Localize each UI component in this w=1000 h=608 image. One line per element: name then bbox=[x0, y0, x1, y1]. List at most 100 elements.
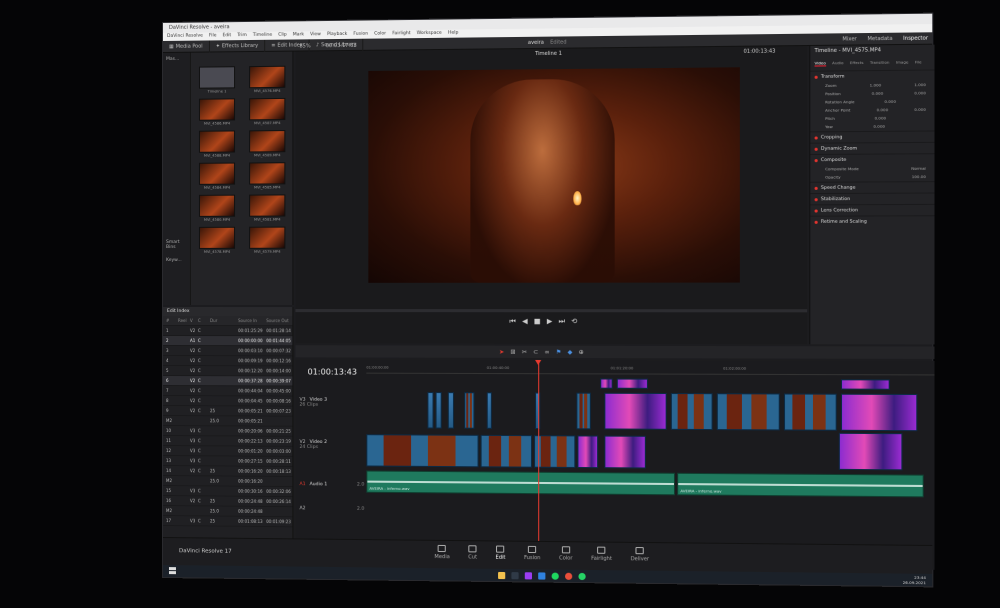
table-row[interactable]: 6 V2 C 00:00:37:28 00:00:39:07 bbox=[162, 376, 293, 387]
column-header[interactable]: C bbox=[198, 316, 210, 326]
section-retime[interactable]: Retime and Scaling bbox=[810, 215, 935, 227]
page-color[interactable]: Color bbox=[559, 546, 573, 570]
track-header-v3[interactable]: V3 Video 3 26 Clips bbox=[299, 398, 364, 408]
step-back-icon[interactable]: ◀ bbox=[522, 317, 528, 326]
selection-tool-icon[interactable]: ➤ bbox=[499, 348, 504, 355]
play-icon[interactable]: ▶ bbox=[547, 317, 553, 326]
column-header[interactable]: Dur bbox=[210, 316, 238, 326]
link-icon[interactable]: ∞ bbox=[544, 348, 549, 355]
timeline-clip[interactable] bbox=[576, 392, 591, 430]
transform-x[interactable]: 0.000 bbox=[872, 90, 884, 98]
resolve-taskbar-icon[interactable] bbox=[510, 571, 519, 579]
track-header-a1[interactable]: A1 Audio 1 2.0 bbox=[299, 482, 364, 488]
menu-item[interactable]: Workspace bbox=[417, 30, 442, 38]
section-speed-change[interactable]: Speed Change bbox=[810, 181, 935, 194]
media-clip[interactable]: MVI_4587.MP4 bbox=[245, 97, 289, 126]
media-clip[interactable]: MVI_4589.MP4 bbox=[245, 130, 289, 158]
spotify-icon[interactable] bbox=[551, 572, 559, 580]
section-lens-correction[interactable]: Lens Correction bbox=[810, 203, 935, 216]
audio-clip[interactable]: AVEIRA - inferno.wav bbox=[366, 470, 676, 496]
inspector-tab[interactable]: Transition bbox=[870, 60, 889, 66]
zoom-level[interactable]: 85% bbox=[299, 41, 310, 51]
premiere-icon[interactable] bbox=[524, 571, 532, 579]
timeline-clip[interactable] bbox=[534, 435, 576, 468]
page-deliver[interactable]: Deliver bbox=[631, 547, 649, 571]
timeline-clip[interactable] bbox=[480, 434, 532, 468]
table-row[interactable]: 2 A1 C 00:00:00:00 00:01:44:05 bbox=[162, 336, 293, 347]
transform-y[interactable]: 0.000 bbox=[914, 106, 926, 114]
timeline-clip[interactable] bbox=[783, 393, 837, 431]
track-header-v2[interactable]: V2 Video 2 24 Clips bbox=[299, 440, 364, 450]
timeline-clip[interactable] bbox=[616, 378, 648, 389]
page-edit[interactable]: Edit bbox=[496, 545, 505, 569]
media-clip[interactable]: MVI_4576.MP4 bbox=[245, 65, 289, 95]
loop-icon[interactable]: ⟲ bbox=[571, 317, 577, 326]
transform-x[interactable]: 0.000 bbox=[873, 123, 885, 131]
media-clip[interactable]: MVI_4580.MP4 bbox=[195, 194, 239, 223]
effects-library-button[interactable]: ✦ Effects Library bbox=[209, 39, 266, 52]
inspector-tab[interactable]: Image bbox=[896, 59, 909, 65]
media-clip[interactable]: MVI_4588.MP4 bbox=[195, 130, 239, 158]
bin-master[interactable]: Mas... bbox=[163, 53, 190, 66]
table-row[interactable]: 5 V2 C 00:00:12:20 00:00:14:00 bbox=[162, 366, 293, 377]
table-row[interactable]: M2 25.0 00:00:05:21 bbox=[162, 416, 293, 427]
section-cropping[interactable]: Cropping bbox=[810, 130, 935, 143]
table-row[interactable]: 3 V2 C 00:00:03:10 00:00:07:32 bbox=[162, 346, 293, 357]
media-clip[interactable]: Timeline 1 bbox=[195, 66, 239, 94]
table-row[interactable]: 7 V2 C 00:00:44:04 00:00:45:00 bbox=[162, 386, 293, 397]
menu-item[interactable]: Color bbox=[374, 30, 386, 38]
folder-icon[interactable] bbox=[497, 571, 505, 579]
media-pool-button[interactable]: ▦ Media Pool bbox=[162, 39, 210, 53]
media-clip[interactable]: MVI_4584.MP4 bbox=[195, 162, 239, 191]
table-row[interactable]: 17 V3 C 25 00:01:08:13 00:01:09:23 bbox=[162, 516, 293, 528]
column-header[interactable]: Source Out bbox=[266, 316, 292, 326]
column-header[interactable]: Reel bbox=[178, 316, 190, 326]
page-fusion[interactable]: Fusion bbox=[524, 545, 540, 570]
marker-icon[interactable]: ◆ bbox=[568, 348, 573, 355]
timeline-clip[interactable] bbox=[464, 392, 475, 429]
media-clip[interactable]: MVI_4585.MP4 bbox=[245, 162, 289, 190]
page-media[interactable]: Media bbox=[434, 544, 450, 568]
section-stabilization[interactable]: Stabilization bbox=[810, 192, 935, 205]
track-header-a2[interactable]: A2 2.0 bbox=[299, 506, 364, 512]
viewer-timeline-name[interactable]: Timeline 1 bbox=[535, 51, 562, 57]
media-clip[interactable]: MVI_4581.MP4 bbox=[245, 194, 289, 222]
transform-x[interactable]: 0.000 bbox=[884, 98, 896, 106]
media-clip[interactable]: MVI_4578.MP4 bbox=[195, 226, 239, 255]
smart-bins[interactable]: Smart Bins bbox=[163, 236, 190, 254]
stop-icon[interactable]: ■ bbox=[534, 317, 541, 326]
page-fairlight[interactable]: Fairlight bbox=[591, 546, 612, 571]
table-row[interactable]: 8 V2 C 00:00:04:45 00:00:08:16 bbox=[162, 396, 293, 407]
timeline-clip[interactable] bbox=[577, 435, 599, 469]
snapping-icon[interactable]: ⊂ bbox=[533, 348, 538, 355]
timeline-clip[interactable] bbox=[838, 432, 903, 471]
blade-tool-icon[interactable]: ✂ bbox=[522, 348, 527, 355]
chat-icon[interactable] bbox=[577, 572, 586, 580]
transform-y[interactable]: 1.000 bbox=[914, 81, 926, 89]
column-header[interactable]: # bbox=[166, 316, 178, 326]
timeline-clip[interactable] bbox=[427, 392, 434, 429]
inspector-tab[interactable]: Audio bbox=[832, 60, 843, 66]
page-cut[interactable]: Cut bbox=[468, 545, 477, 568]
audio-clip[interactable]: AVEIRA - inferno.wav bbox=[677, 472, 924, 498]
timeline-clip[interactable] bbox=[600, 378, 613, 389]
metadata-button[interactable]: Metadata bbox=[867, 33, 892, 46]
transform-x[interactable]: 0.000 bbox=[875, 114, 887, 122]
media-clip[interactable]: MVI_4579.MP4 bbox=[245, 226, 289, 255]
bin-keywords[interactable]: Keyw... bbox=[163, 254, 190, 267]
column-header[interactable]: Source In bbox=[238, 316, 266, 326]
timeline-clip[interactable] bbox=[604, 392, 667, 430]
timeline-clip[interactable] bbox=[840, 393, 918, 432]
transform-x[interactable]: 0.000 bbox=[877, 106, 889, 114]
transform-y[interactable]: 0.000 bbox=[914, 89, 926, 97]
trim-tool-icon[interactable]: ⊞ bbox=[510, 348, 515, 355]
playhead[interactable] bbox=[538, 359, 540, 566]
transform-x[interactable]: 1.000 bbox=[870, 81, 882, 89]
viewer-scrubber[interactable] bbox=[295, 309, 808, 313]
inspector-button[interactable]: Inspector bbox=[903, 32, 928, 45]
timeline-clip[interactable] bbox=[486, 392, 492, 429]
photoshop-icon[interactable] bbox=[537, 571, 545, 580]
menu-item[interactable]: Help bbox=[448, 30, 459, 38]
table-row[interactable]: 1 V2 C 00:01:25:29 00:01:28:14 bbox=[162, 326, 293, 337]
section-dynamic-zoom[interactable]: Dynamic Zoom bbox=[810, 141, 935, 154]
